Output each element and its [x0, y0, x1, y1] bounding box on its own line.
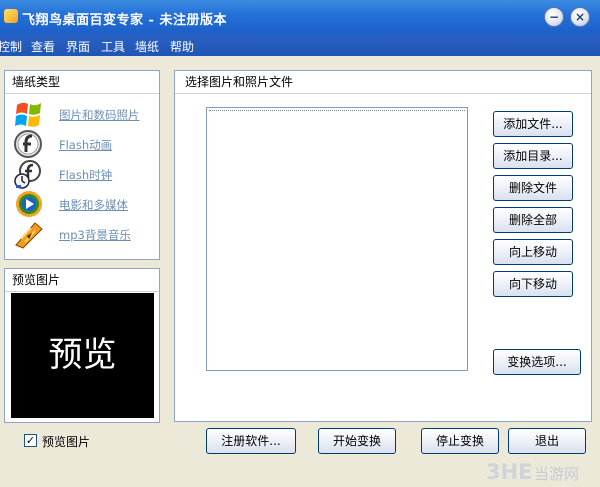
- wallpaper-type-label: Flash动画: [59, 138, 113, 152]
- title-bar: 飞翔鸟桌面百变专家 - 未注册版本 − ×: [0, 0, 600, 34]
- winamp-icon: [15, 222, 43, 249]
- watermark-site-text: 当游网: [534, 465, 580, 483]
- wallpaper-type-label: Flash时钟: [59, 168, 113, 182]
- register-button[interactable]: 注册软件...: [206, 428, 296, 454]
- windows-flag-icon: [15, 102, 41, 127]
- wallpaper-type-header: 墙纸类型: [5, 71, 159, 94]
- move-up-button[interactable]: 向上移动: [493, 239, 573, 265]
- add-file-button[interactable]: 添加文件...: [493, 111, 573, 137]
- minimize-button[interactable]: −: [544, 7, 564, 27]
- menu-tools[interactable]: 工具: [101, 38, 125, 55]
- wallpaper-type-panel: 墙纸类型 图片和数码照片 Flash动画 Flash时钟 电影和多媒体 mp3背…: [4, 70, 160, 260]
- media-player-icon: [16, 191, 42, 217]
- app-icon: [4, 9, 18, 23]
- file-select-panel: 选择图片和照片文件 添加文件... 添加目录... 删除文件 删除全部 向上移动…: [174, 70, 592, 422]
- menu-interface[interactable]: 界面: [66, 38, 90, 55]
- delete-file-button[interactable]: 删除文件: [493, 175, 573, 201]
- preview-checkbox-label: 预览图片: [42, 435, 91, 449]
- file-select-header: 选择图片和照片文件: [175, 71, 591, 94]
- preview-panel: 预览图片 预览: [4, 268, 160, 423]
- delete-all-button[interactable]: 删除全部: [493, 207, 573, 233]
- flash-clock-icon: [14, 160, 41, 189]
- close-button[interactable]: ×: [570, 7, 590, 27]
- preview-header: 预览图片: [5, 269, 159, 292]
- move-down-button[interactable]: 向下移动: [493, 271, 573, 297]
- file-list-focus-line: [209, 110, 465, 111]
- watermark-logo: 3HE 当游网: [486, 458, 600, 487]
- transform-options-button[interactable]: 变换选项...: [493, 349, 581, 375]
- menu-view[interactable]: 查看: [31, 38, 55, 55]
- menu-bar: 控制 查看 界面 工具 墙纸 帮助: [0, 34, 600, 56]
- menu-help[interactable]: 帮助: [170, 38, 194, 55]
- preview-image: 预览: [11, 293, 154, 418]
- stop-transform-button[interactable]: 停止变换: [421, 428, 499, 454]
- menu-wallpaper[interactable]: 墙纸: [135, 38, 159, 55]
- flash-icon: [14, 130, 42, 158]
- preview-checkbox[interactable]: ✓: [24, 434, 37, 447]
- watermark-logo-text: 3HE: [486, 460, 533, 484]
- file-list[interactable]: [206, 107, 468, 371]
- wallpaper-type-label: 电影和多媒体: [59, 198, 128, 212]
- menu-control[interactable]: 控制: [0, 38, 22, 55]
- window-title: 飞翔鸟桌面百变专家 - 未注册版本: [22, 13, 227, 28]
- start-transform-button[interactable]: 开始变换: [318, 428, 396, 454]
- exit-button[interactable]: 退出: [508, 428, 586, 454]
- add-directory-button[interactable]: 添加目录...: [493, 143, 573, 169]
- wallpaper-type-label: mp3背景音乐: [59, 228, 131, 242]
- wallpaper-type-label: 图片和数码照片: [59, 108, 140, 122]
